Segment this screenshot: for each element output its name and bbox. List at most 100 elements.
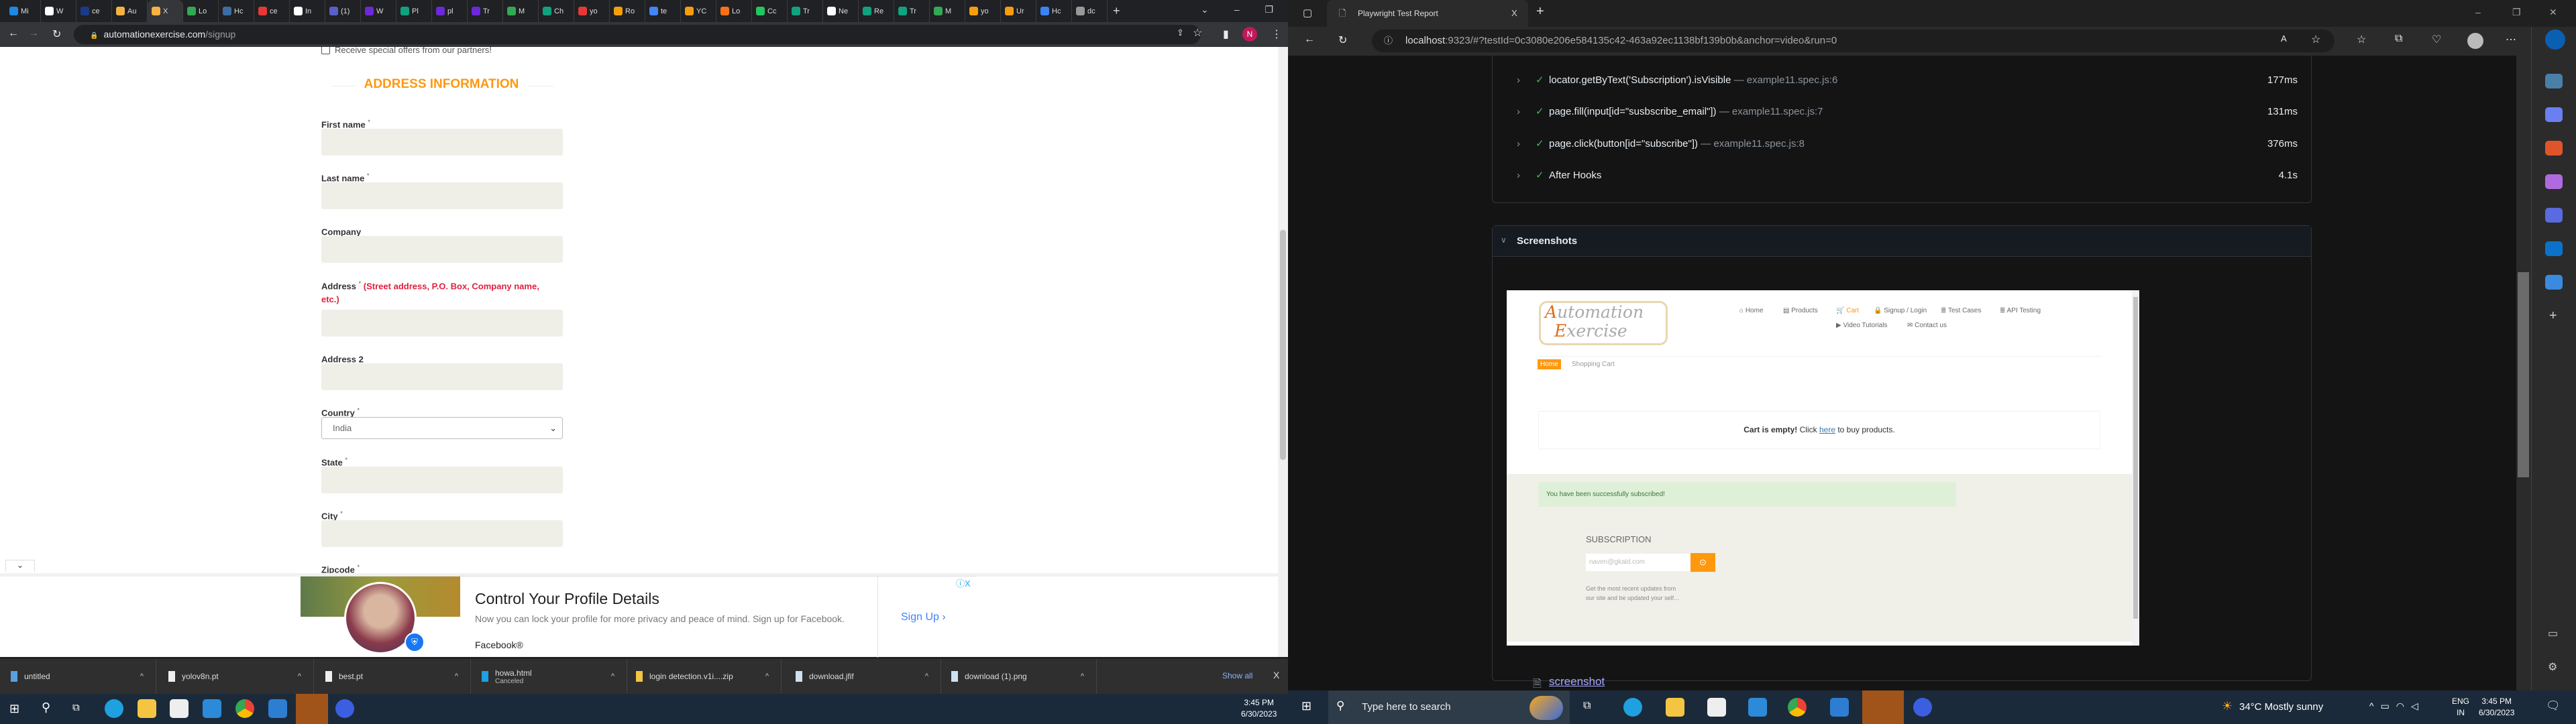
search-icon[interactable]: ⚲ [42, 701, 50, 715]
browser-tab[interactable]: Au [112, 0, 148, 22]
chevron-up-icon[interactable]: ^ [140, 672, 144, 680]
browser-tab[interactable]: Hc [219, 0, 254, 22]
captured-screenshot[interactable]: Automation Exercise ⌂ Home ▤ Products 🛒 Ca… [1507, 290, 2139, 646]
tab-close-button[interactable]: X [1511, 8, 1517, 18]
edge-beta-icon[interactable] [1913, 698, 1932, 717]
chevron-up-icon[interactable]: ^ [298, 672, 301, 680]
chevron-up-icon[interactable]: ^ [611, 672, 614, 680]
test-step[interactable]: › ✓ locator.getByText('Subscription').isVi… [1517, 72, 2298, 88]
maximize-button[interactable]: ❐ [1265, 4, 1274, 15]
tab-playwright-report[interactable]: 🗋 Playwright Test Report X [1327, 0, 1528, 27]
ad-close-icon[interactable]: X [965, 579, 971, 589]
address-2-input[interactable] [321, 363, 563, 390]
chevron-up-icon[interactable]: ^ [765, 672, 769, 680]
tab-search-button[interactable]: ⌄ [1201, 4, 1209, 15]
city-input[interactable] [321, 520, 563, 547]
bookmark-star-icon[interactable]: ☆ [1193, 26, 1202, 40]
browser-tab[interactable]: Pl [396, 0, 432, 22]
forward-icon[interactable]: → [28, 27, 39, 40]
scrollbar-thumb[interactable] [2518, 272, 2529, 477]
search-icon[interactable] [2545, 74, 2563, 88]
app-icon[interactable] [1862, 690, 1904, 724]
mail-icon[interactable] [203, 699, 221, 718]
offers-checkbox[interactable] [321, 47, 330, 54]
profile-avatar[interactable] [2467, 33, 2483, 49]
shopping-icon[interactable] [2545, 107, 2563, 122]
weather-icon[interactable]: ☀ [2222, 699, 2233, 713]
new-tab-button[interactable]: + [1113, 4, 1120, 18]
scrollbar-thumb[interactable] [1280, 230, 1286, 460]
browser-tab[interactable]: ce [76, 0, 112, 22]
chrome-icon[interactable] [235, 699, 254, 718]
favorite-star-icon[interactable]: ☆ [2311, 33, 2320, 46]
browser-tab[interactable]: dc [1072, 0, 1108, 22]
chevron-up-icon[interactable]: ^ [455, 672, 458, 680]
chevron-right-icon[interactable]: › [1517, 138, 1536, 149]
browser-tab[interactable]: YC [681, 0, 716, 22]
chevron-right-icon[interactable]: › [1517, 74, 1536, 86]
file-explorer-icon[interactable] [1666, 698, 1684, 717]
browser-tab[interactable]: (1) [325, 0, 361, 22]
screenshot-link[interactable]: screenshot [1549, 675, 1605, 688]
nav-link[interactable]: ⌂ Home [1739, 307, 1764, 314]
edge-beta-icon[interactable] [335, 699, 354, 718]
app-icon[interactable] [296, 694, 328, 724]
show-all-button[interactable]: Show all [1222, 671, 1252, 680]
browser-tab[interactable]: Lo [183, 0, 219, 22]
browser-tab[interactable]: Re [859, 0, 894, 22]
windows-start-icon[interactable]: ⊞ [1301, 699, 1311, 713]
address-bar[interactable]: ⓘ localhost:9323/#?testId=0c3080e206e5841… [1372, 29, 2334, 52]
browser-tab[interactable]: Lo [716, 0, 752, 22]
weather-text[interactable]: 34°C Mostly sunny [2239, 701, 2323, 713]
browser-tab[interactable]: Tr [468, 0, 503, 22]
chevron-right-icon[interactable]: › [1517, 106, 1536, 117]
profile-avatar[interactable]: N [1242, 27, 1257, 42]
browser-tab[interactable]: pl [432, 0, 468, 22]
vscode-icon[interactable] [268, 699, 287, 718]
task-view-icon[interactable]: ⧉ [72, 702, 80, 713]
browser-tab[interactable]: Ne [823, 0, 859, 22]
maximize-button[interactable]: ❐ [2512, 7, 2521, 18]
download-item[interactable]: yolov8n.pt ^ [158, 659, 314, 694]
address-bar[interactable]: 🔒 automationexercise.com/signup [74, 25, 1201, 44]
browser-tab[interactable]: W [41, 0, 76, 22]
download-item[interactable]: download (1).png ^ [941, 659, 1097, 694]
browser-tab[interactable]: Ur [1001, 0, 1036, 22]
state-input[interactable] [321, 467, 563, 493]
task-view-icon[interactable]: ⧉ [1583, 700, 1591, 712]
nav-link[interactable]: ≣ Test Cases [1941, 307, 1981, 314]
automation-exercise-logo[interactable]: Automation Exercise [1539, 301, 1668, 345]
store-icon[interactable] [170, 699, 189, 718]
taskbar-search[interactable]: ⚲ Type here to search [1328, 690, 1570, 724]
side-panel-icon[interactable]: ▮ [1223, 27, 1229, 41]
screenshots-header[interactable]: ∨ Screenshots [1493, 226, 2311, 257]
browser-tab[interactable]: Ch [539, 0, 574, 22]
ad-choices[interactable]: ⓘX [956, 577, 971, 589]
share-icon[interactable]: ⇪ [1177, 27, 1184, 38]
drop-icon[interactable] [2545, 275, 2563, 290]
download-item[interactable]: login detection.v1i....zip ^ [625, 659, 782, 694]
collections-icon[interactable]: ⧉ [2395, 33, 2402, 45]
browser-tab[interactable]: M [930, 0, 965, 22]
subscribe-button[interactable]: ⊙ [1690, 553, 1715, 572]
left-clock[interactable]: 3:45 PM 6/30/2023 [1241, 697, 1277, 720]
browser-tab[interactable]: te [645, 0, 681, 22]
browser-tab[interactable]: Tr [894, 0, 930, 22]
favorites-icon[interactable]: ☆ [2357, 33, 2366, 46]
performance-icon[interactable]: ♡ [2432, 33, 2441, 46]
here-link[interactable]: here [1819, 425, 1835, 434]
browser-tab[interactable]: yo [574, 0, 610, 22]
last-name-input[interactable] [321, 182, 563, 209]
more-icon[interactable]: ⋯ [2506, 33, 2516, 46]
chevron-up-icon[interactable]: ^ [925, 672, 928, 680]
browser-tab[interactable]: X [148, 0, 183, 22]
mail-icon[interactable] [1748, 698, 1767, 717]
notifications-icon[interactable]: 🗨 [2546, 699, 2561, 713]
new-tab-button[interactable]: + [1536, 4, 1544, 19]
windows-start-icon[interactable]: ⊞ [9, 702, 19, 716]
bing-icon[interactable] [2545, 29, 2565, 50]
test-step[interactable]: › ✓ After Hooks 4.1s [1517, 167, 2298, 183]
browser-tab[interactable]: M [503, 0, 539, 22]
back-icon[interactable]: ← [8, 27, 19, 40]
right-clock[interactable]: 3:45 PM 6/30/2023 [2479, 696, 2514, 719]
